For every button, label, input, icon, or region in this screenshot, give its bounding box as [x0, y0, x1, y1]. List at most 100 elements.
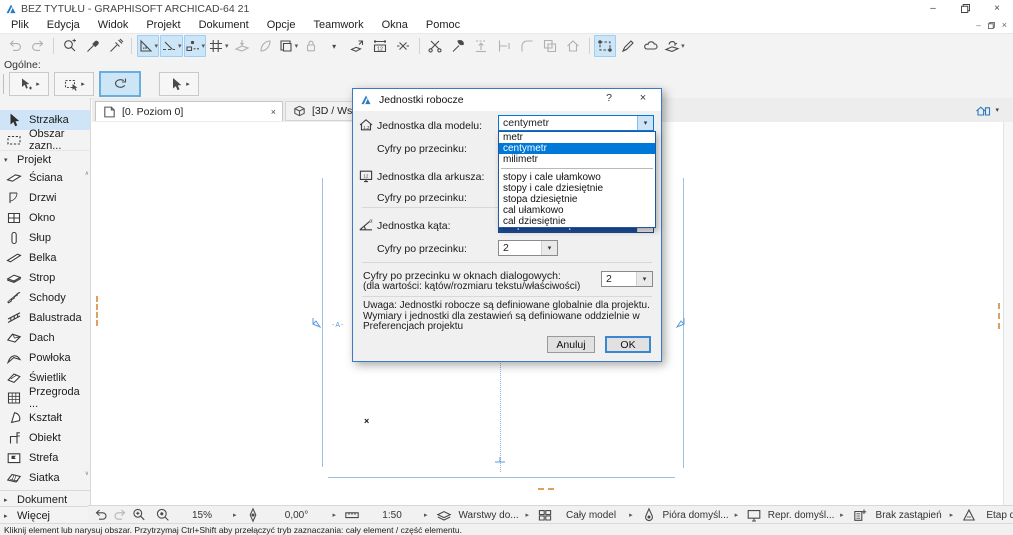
tool-swietlik[interactable]: Świetlik [0, 368, 90, 388]
quickbar-model-filter-value[interactable]: Cały model [556, 510, 626, 521]
tool-sciana[interactable]: Ściana [0, 168, 90, 188]
project-chooser[interactable]: ▾ [975, 102, 999, 118]
toolbox-scroll-up-icon[interactable]: ∧ [85, 170, 89, 177]
zoom-select-button[interactable] [59, 35, 81, 57]
revision-cloud-button[interactable] [640, 35, 662, 57]
tool-przegroda[interactable]: Przegroda ... [0, 386, 90, 410]
snap-points-button[interactable]: ▾ [183, 35, 207, 57]
marquee-select-button[interactable]: ▸ [54, 72, 94, 96]
phase-icon[interactable] [961, 507, 977, 523]
lock-button[interactable] [300, 35, 322, 57]
elevate-button[interactable] [470, 35, 492, 57]
zoom-fit-icon[interactable] [155, 507, 171, 523]
chevron-down-icon[interactable]: ▾ [155, 42, 159, 50]
restore-button[interactable] [949, 0, 981, 17]
fillet-button[interactable] [516, 35, 538, 57]
flyout-arrow-icon[interactable]: ▸ [424, 511, 428, 519]
flyout-arrow-icon[interactable]: ▸ [950, 511, 954, 519]
snap-guides-button[interactable]: ▾ [160, 35, 183, 57]
chevron-down-icon[interactable]: ▾ [225, 42, 229, 50]
model-filter-icon[interactable] [537, 507, 553, 523]
chevron-down-icon[interactable]: ▾ [681, 42, 685, 50]
quickbar-pens-value[interactable]: Pióra domyśl... [660, 510, 732, 521]
cancel-button[interactable]: Anuluj [547, 336, 595, 353]
flyout-arrow-icon[interactable]: ▸ [735, 511, 739, 519]
menu-opcje[interactable]: Opcje [258, 18, 305, 32]
chevron-down-icon[interactable]: ▾ [295, 42, 299, 50]
dimension-12-button[interactable]: 12 [369, 35, 391, 57]
menu-edycja[interactable]: Edycja [38, 18, 89, 32]
trim-button[interactable] [493, 35, 515, 57]
gravity-button[interactable] [231, 35, 253, 57]
quickbar-layers-value[interactable]: Warstwy do... [455, 510, 523, 521]
mdi-restore-button[interactable] [988, 22, 995, 29]
mdi-minimize-button[interactable]: – [976, 21, 980, 30]
toolbox-group-projekt[interactable]: ▾ Projekt [0, 150, 90, 168]
quickbar-scale-value[interactable]: 1:50 [363, 510, 421, 521]
grid-snap-button[interactable]: ▾ [207, 35, 230, 57]
adjust-button[interactable] [447, 35, 469, 57]
elevation-marker-right-icon[interactable] [675, 318, 686, 332]
eyedropper-button[interactable] [82, 35, 104, 57]
quickbar-phase-value[interactable]: Etap domyślny [980, 510, 1013, 521]
home-button[interactable] [562, 35, 584, 57]
tool-siatka[interactable]: Siatka [0, 468, 90, 488]
dialog-help-button[interactable]: ? [601, 92, 617, 104]
menu-plik[interactable]: Plik [2, 18, 38, 32]
orientation-icon[interactable] [245, 507, 261, 523]
elevation-line-bottom[interactable] [328, 477, 675, 478]
overrides-icon[interactable] [852, 507, 868, 523]
flyout-arrow-icon[interactable]: ▸ [526, 511, 530, 519]
close-button[interactable]: × [981, 0, 1013, 17]
tool-pow-oka[interactable]: Powłoka [0, 348, 90, 368]
nav-back-icon[interactable] [93, 507, 109, 523]
redo-button[interactable] [27, 35, 49, 57]
menu-dokument[interactable]: Dokument [190, 18, 258, 32]
tool-obiekt[interactable]: Obiekt [0, 428, 90, 448]
unit-option-milimetr[interactable]: milimetr [499, 154, 655, 165]
zoom-in-icon[interactable] [131, 507, 147, 523]
scale-ruler-icon[interactable] [344, 507, 360, 523]
tool-dach[interactable]: Dach [0, 328, 90, 348]
nav-forward-icon[interactable] [112, 507, 128, 523]
stretch-button[interactable] [392, 35, 414, 57]
move-button[interactable] [346, 35, 368, 57]
flyout-arrow-icon[interactable]: ▸ [36, 80, 40, 88]
plane-button[interactable] [254, 35, 276, 57]
vertical-scrollbar[interactable] [1003, 122, 1013, 505]
unit-option-cal-u-amkowo[interactable]: cal ułamkowo [499, 205, 655, 216]
menu-okna[interactable]: Okna [373, 18, 417, 32]
dialog-close-button[interactable]: × [635, 92, 651, 104]
unit-option-stopy-i-cale-u-amkowo[interactable]: stopy i cale ułamkowo [499, 172, 655, 183]
undo-button[interactable] [4, 35, 26, 57]
arrow-tool-button[interactable]: ▸ [159, 72, 199, 96]
tool-okno[interactable]: Okno [0, 208, 90, 228]
unit-option-centymetr[interactable]: centymetr [499, 143, 655, 154]
tool-balustrada[interactable]: Balustrada [0, 308, 90, 328]
intersect-button[interactable] [539, 35, 561, 57]
select-move-button[interactable]: ▸ [9, 72, 49, 96]
angle-digits-select[interactable]: 2 ▾ [498, 240, 558, 256]
guide-setsquare-button[interactable]: ▾ [136, 35, 160, 57]
minimize-button[interactable]: – [917, 0, 949, 17]
visual-compare-button[interactable]: ▾ [663, 35, 686, 57]
chevron-down-button[interactable]: ▾ [323, 35, 345, 57]
menu-teamwork[interactable]: Teamwork [304, 18, 372, 32]
quickbar-orientation-value[interactable]: 0,00° [264, 510, 330, 521]
flyout-arrow-icon[interactable]: ▸ [233, 511, 237, 519]
chevron-down-icon[interactable]: ▾ [202, 42, 206, 50]
flyout-arrow-icon[interactable]: ▸ [81, 80, 85, 88]
tool-belka[interactable]: Belka [0, 248, 90, 268]
quickbar-zoom-value[interactable]: 15% [174, 510, 230, 521]
tool-obszar-zazn[interactable]: Obszar zazn... [0, 128, 90, 152]
chevron-down-icon[interactable]: ▾ [178, 42, 182, 50]
marquee-transform-button[interactable] [594, 35, 617, 57]
toolbox-scroll-down-icon[interactable]: ∨ [85, 470, 89, 477]
elevation-marker-left-icon[interactable] [311, 318, 322, 332]
frame-button[interactable]: ▾ [277, 35, 300, 57]
layers-icon[interactable] [436, 507, 452, 523]
tool-strefa[interactable]: Strefa [0, 448, 90, 468]
unit-option-metr[interactable]: metr [499, 132, 655, 143]
flyout-arrow-icon[interactable]: ▸ [333, 511, 337, 519]
rotate-orbit-button[interactable] [99, 71, 141, 97]
